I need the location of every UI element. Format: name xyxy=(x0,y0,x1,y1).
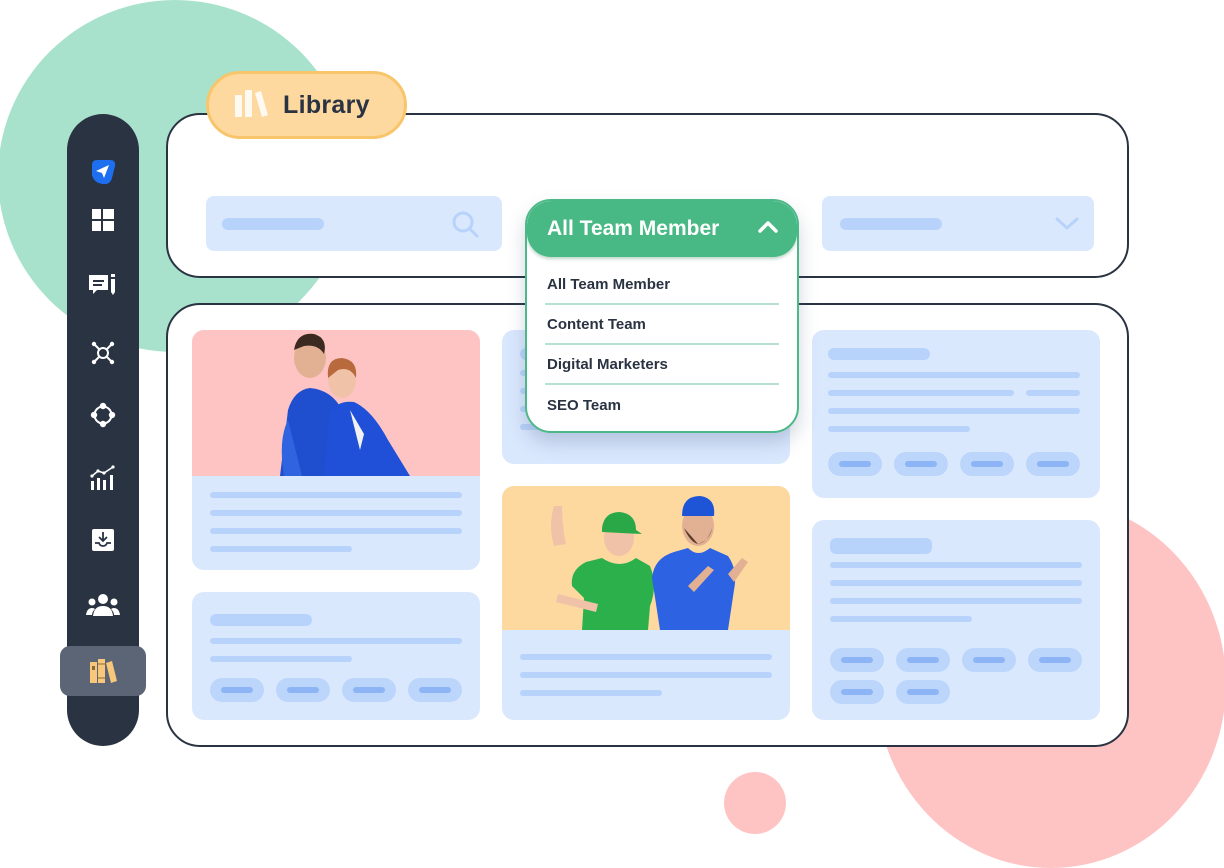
page-title: Library xyxy=(283,90,370,119)
sidebar-item-dashboard[interactable] xyxy=(67,195,139,245)
text-line xyxy=(828,390,1014,396)
sidebar-item-analytics[interactable] xyxy=(67,453,139,503)
search-icon[interactable] xyxy=(450,209,480,244)
text-line xyxy=(1026,390,1080,396)
text-line xyxy=(830,616,972,622)
tag-pill[interactable] xyxy=(896,680,950,704)
sidebar-item-team[interactable] xyxy=(67,580,139,630)
card-image-couple xyxy=(192,330,480,476)
search-placeholder-bar xyxy=(222,218,324,230)
card-title-bar xyxy=(830,538,932,554)
page-title-tag: Library xyxy=(206,71,407,139)
tag-pill[interactable] xyxy=(894,452,948,476)
tag-pill[interactable] xyxy=(1028,648,1082,672)
sidebar-item-library[interactable] xyxy=(60,646,146,696)
text-line xyxy=(830,562,1082,568)
network-hub-icon xyxy=(90,340,116,366)
inbox-download-icon xyxy=(91,528,115,552)
sidebar-item-network[interactable] xyxy=(67,328,139,378)
chevron-up-icon[interactable] xyxy=(757,219,779,240)
dropdown-option-seo-team[interactable]: SEO Team xyxy=(545,385,779,425)
select-placeholder-bar xyxy=(840,218,942,230)
text-line xyxy=(520,672,772,678)
tag-pill[interactable] xyxy=(896,648,950,672)
dropdown-option-all-team-member[interactable]: All Team Member xyxy=(545,265,779,305)
tag-pill[interactable] xyxy=(830,680,884,704)
search-input[interactable] xyxy=(206,196,502,251)
text-line xyxy=(830,580,1082,586)
team-dropdown-toggle[interactable]: All Team Member xyxy=(527,201,797,257)
nodes-diamond-icon xyxy=(90,402,116,428)
sidebar-item-nodes[interactable] xyxy=(67,390,139,440)
team-dropdown[interactable]: All Team Member All Team Member Content … xyxy=(525,199,799,433)
tag-pill[interactable] xyxy=(830,648,884,672)
text-line xyxy=(828,426,970,432)
library-card-tags-right-top[interactable] xyxy=(812,330,1100,498)
text-line xyxy=(210,492,462,498)
card-title-bar xyxy=(828,348,930,360)
dropdown-option-content-team[interactable]: Content Team xyxy=(545,305,779,345)
library-card-tags-right-bottom[interactable] xyxy=(812,520,1100,720)
filter-select[interactable] xyxy=(822,196,1094,251)
text-line xyxy=(520,690,662,696)
tag-pill[interactable] xyxy=(960,452,1014,476)
sidebar-nav xyxy=(60,114,146,746)
team-dropdown-selected: All Team Member xyxy=(547,217,720,240)
text-line xyxy=(828,372,1080,378)
text-line xyxy=(520,654,772,660)
card-title-bar xyxy=(210,614,312,626)
decorative-circle-pink-small xyxy=(724,772,786,834)
tag-pill[interactable] xyxy=(408,678,462,702)
tag-pill[interactable] xyxy=(1026,452,1080,476)
message-edit-icon xyxy=(88,273,118,299)
sidebar-item-inbox[interactable] xyxy=(67,515,139,565)
library-card-tags-left[interactable] xyxy=(192,592,480,720)
analytics-chart-icon xyxy=(89,465,117,491)
tag-pill[interactable] xyxy=(828,452,882,476)
tag-pill[interactable] xyxy=(210,678,264,702)
send-logo-icon xyxy=(88,157,118,187)
dashboard-grid-icon xyxy=(91,208,115,232)
library-card-pointing[interactable] xyxy=(502,486,790,720)
tag-pill[interactable] xyxy=(342,678,396,702)
books-icon xyxy=(233,87,271,124)
sidebar-item-home[interactable] xyxy=(67,147,139,197)
library-books-icon xyxy=(89,658,117,684)
text-line xyxy=(210,638,462,644)
chevron-down-icon[interactable] xyxy=(1054,214,1080,237)
text-line xyxy=(828,408,1080,414)
sidebar-item-messages[interactable] xyxy=(67,261,139,311)
text-line xyxy=(210,528,462,534)
dropdown-option-digital-marketers[interactable]: Digital Marketers xyxy=(545,345,779,385)
text-line xyxy=(210,510,462,516)
text-line xyxy=(830,598,1082,604)
team-users-icon xyxy=(86,593,120,617)
team-dropdown-menu: All Team Member Content Team Digital Mar… xyxy=(527,257,797,425)
text-line xyxy=(210,546,352,552)
tag-pill[interactable] xyxy=(276,678,330,702)
text-line xyxy=(210,656,352,662)
card-image-pointing xyxy=(502,486,790,630)
library-card-couple[interactable] xyxy=(192,330,480,570)
tag-pill[interactable] xyxy=(962,648,1016,672)
